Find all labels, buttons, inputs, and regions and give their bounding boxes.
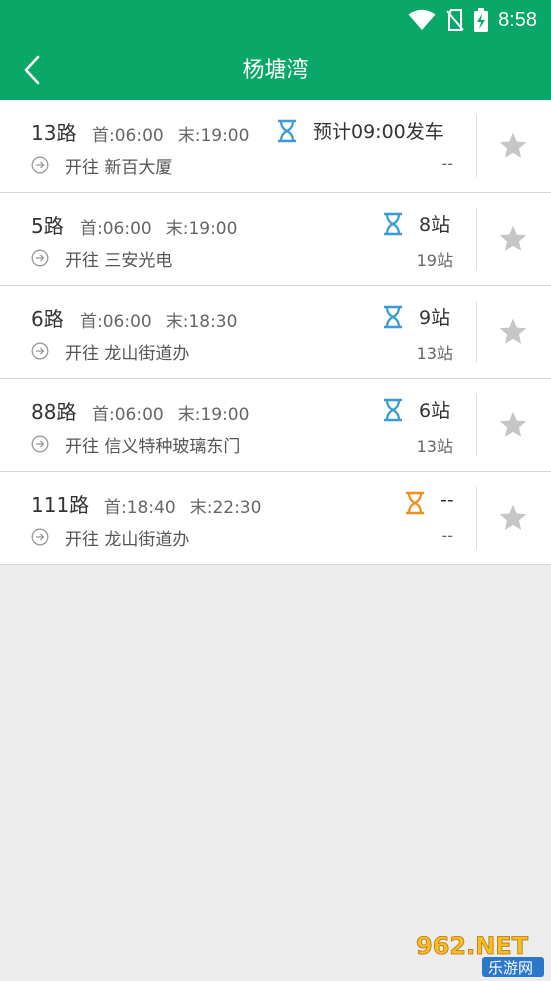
route-name: 6路 (31, 307, 64, 331)
stops-count: 13站 (416, 437, 453, 456)
stops-count: -- (441, 526, 453, 545)
route-destination: 开往 信义特种玻璃东门 (65, 437, 241, 457)
route-name: 88路 (31, 400, 77, 424)
hourglass-icon (384, 398, 402, 422)
first-bus-time: 首:06:00 (92, 126, 164, 146)
route-name: 13路 (31, 121, 77, 145)
route-times: 首:06:00 末:19:00 (92, 400, 263, 425)
watermark-sub-text: 乐游网 (488, 959, 533, 977)
favorite-star-icon[interactable] (497, 409, 529, 441)
status-bar: 8:58 (0, 0, 551, 40)
row-divider (476, 208, 477, 270)
battery-charging-icon (474, 8, 489, 32)
status-icons: 8:58 (408, 7, 537, 33)
route-destination: 开往 龙山街道办 (65, 530, 190, 550)
hourglass-icon (384, 305, 402, 329)
last-bus-time: 末:19:00 (177, 405, 250, 425)
route-name: 111路 (31, 493, 90, 517)
favorite-star-icon[interactable] (497, 223, 529, 255)
route-times: 首:06:00 末:19:00 (80, 214, 251, 239)
arrival-info: 8站 (419, 214, 451, 236)
no-sim-icon (446, 9, 464, 31)
arrival-info: -- (440, 489, 454, 511)
route-row[interactable]: 6路 首:06:00 末:18:30 9站 开往 龙山街道办 13站 (0, 286, 551, 379)
row-divider (476, 115, 477, 177)
hourglass-icon (278, 119, 296, 143)
route-name: 5路 (31, 214, 64, 238)
route-list: 13路 首:06:00 末:19:00 预计09:00发车 开往 新百大厦 -- … (0, 100, 551, 565)
favorite-star-icon[interactable] (497, 502, 529, 534)
wifi-icon (408, 9, 436, 30)
stops-count: 13站 (416, 344, 453, 363)
page-title: 杨塘湾 (242, 58, 309, 83)
route-destination: 开往 新百大厦 (65, 158, 173, 178)
hourglass-icon (406, 491, 424, 515)
row-divider (476, 394, 477, 456)
last-bus-time: 末:19:00 (177, 126, 250, 146)
direction-arrow-icon (31, 156, 49, 174)
route-row[interactable]: 13路 首:06:00 末:19:00 预计09:00发车 开往 新百大厦 -- (0, 100, 551, 193)
chevron-left-icon (24, 55, 40, 85)
direction-arrow-icon (31, 342, 49, 360)
route-times: 首:06:00 末:19:00 (92, 121, 263, 146)
last-bus-time: 末:22:30 (189, 498, 262, 518)
first-bus-time: 首:06:00 (80, 312, 152, 332)
direction-arrow-icon (31, 435, 49, 453)
back-button[interactable] (12, 50, 52, 90)
watermark-logo: 962.NET 乐游网 (416, 932, 544, 977)
favorite-star-icon[interactable] (497, 316, 529, 348)
route-row[interactable]: 88路 首:06:00 末:19:00 6站 开往 信义特种玻璃东门 13站 (0, 379, 551, 472)
direction-arrow-icon (31, 249, 49, 267)
direction-arrow-icon (31, 528, 49, 546)
arrival-info: 9站 (419, 307, 451, 329)
first-bus-time: 首:06:00 (80, 219, 152, 239)
watermark-main-text: 962.NET (416, 932, 529, 960)
arrival-info: 6站 (419, 400, 451, 422)
last-bus-time: 末:19:00 (165, 219, 238, 239)
route-destination: 开往 三安光电 (65, 251, 173, 271)
first-bus-time: 首:18:40 (104, 498, 176, 518)
row-divider (476, 487, 477, 549)
first-bus-time: 首:06:00 (92, 405, 164, 425)
stops-count: -- (441, 154, 453, 173)
favorite-star-icon[interactable] (497, 130, 529, 162)
stops-count: 19站 (416, 251, 453, 270)
route-row[interactable]: 111路 首:18:40 末:22:30 -- 开往 龙山街道办 -- (0, 472, 551, 565)
row-divider (476, 301, 477, 363)
route-destination: 开往 龙山街道办 (65, 344, 190, 364)
arrival-info: 预计09:00发车 (313, 121, 444, 143)
route-times: 首:06:00 末:18:30 (80, 307, 251, 332)
last-bus-time: 末:18:30 (165, 312, 238, 332)
status-time: 8:58 (498, 8, 537, 31)
app-bar: 杨塘湾 (0, 40, 551, 100)
route-row[interactable]: 5路 首:06:00 末:19:00 8站 开往 三安光电 19站 (0, 193, 551, 286)
route-times: 首:18:40 末:22:30 (104, 493, 275, 518)
hourglass-icon (384, 212, 402, 236)
